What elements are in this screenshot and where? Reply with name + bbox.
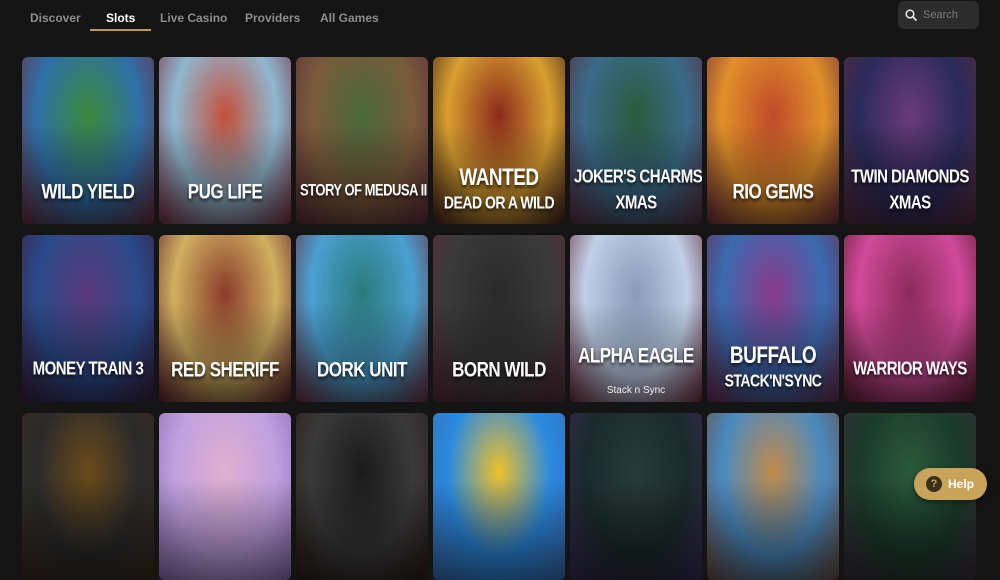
game-tile[interactable] xyxy=(433,413,565,580)
title-shade xyxy=(296,479,428,580)
top-nav: Discover Slots Live Casino Providers All… xyxy=(0,0,1000,40)
game-title: PUG LIFE xyxy=(187,179,263,204)
game-tile[interactable] xyxy=(22,413,154,580)
game-tile[interactable]: BUFFALO STACK'N'SYNC xyxy=(707,235,839,402)
title-shade xyxy=(159,123,291,224)
game-subtitle: XMAS xyxy=(615,192,657,214)
title-shade xyxy=(707,479,839,580)
help-label: Help xyxy=(948,477,975,491)
title-shade xyxy=(433,301,565,402)
tab-providers[interactable]: Providers xyxy=(245,11,300,25)
tab-live-casino[interactable]: Live Casino xyxy=(160,11,227,25)
title-shade xyxy=(433,479,565,580)
game-tagline: Stack n Sync xyxy=(606,385,666,396)
game-title: WILD YIELD xyxy=(41,179,135,204)
game-title: STORY OF MEDUSA II xyxy=(300,180,427,200)
tab-discover[interactable]: Discover xyxy=(30,11,81,25)
game-tile[interactable]: BORN WILD xyxy=(433,235,565,402)
game-tile[interactable]: ALPHA EAGLE Stack n Sync xyxy=(570,235,702,402)
game-subtitle: DEAD OR A WILD xyxy=(443,192,555,213)
tab-slots[interactable]: Slots xyxy=(106,11,135,25)
question-icon: ? xyxy=(926,476,942,492)
game-tile[interactable]: MONEY TRAIN 3 xyxy=(22,235,154,402)
title-shade xyxy=(570,479,702,580)
game-subtitle: XMAS xyxy=(889,192,931,214)
help-button[interactable]: ? Help xyxy=(914,468,987,500)
search-box[interactable] xyxy=(898,1,979,29)
game-title: DORK UNIT xyxy=(317,357,407,382)
game-tile[interactable] xyxy=(570,413,702,580)
game-title: WANTED xyxy=(459,165,539,192)
game-tile[interactable] xyxy=(159,413,291,580)
search-input[interactable] xyxy=(923,6,975,24)
game-tile[interactable]: TWIN DIAMONDS XMAS xyxy=(844,57,976,224)
game-tile[interactable]: RED SHERIFF xyxy=(159,235,291,402)
game-tile[interactable]: PUG LIFE xyxy=(159,57,291,224)
active-tab-indicator xyxy=(90,29,151,31)
title-shade xyxy=(707,123,839,224)
game-tile[interactable]: DORK UNIT xyxy=(296,235,428,402)
game-title: RED SHERIFF xyxy=(171,357,279,382)
title-shade xyxy=(159,301,291,402)
title-shade xyxy=(22,123,154,224)
game-tile[interactable]: RIO GEMS xyxy=(707,57,839,224)
title-shade xyxy=(296,123,428,224)
game-tile[interactable] xyxy=(296,413,428,580)
game-tile[interactable] xyxy=(707,413,839,580)
game-title: BORN WILD xyxy=(452,357,546,382)
title-shade xyxy=(22,301,154,402)
game-tile[interactable]: WILD YIELD xyxy=(22,57,154,224)
title-shade xyxy=(22,479,154,580)
game-title: ALPHA EAGLE xyxy=(578,343,694,368)
game-tile[interactable]: JOKER'S CHARMS XMAS xyxy=(570,57,702,224)
game-subtitle: STACK'N'SYNC xyxy=(724,370,822,391)
title-shade xyxy=(844,301,976,402)
game-title: TWIN DIAMONDS xyxy=(851,166,969,188)
game-tile[interactable]: WARRIOR WAYS xyxy=(844,235,976,402)
game-title: RIO GEMS xyxy=(732,179,814,204)
game-title: JOKER'S CHARMS xyxy=(574,166,702,188)
title-shade xyxy=(159,479,291,580)
search-icon xyxy=(905,9,917,21)
game-title: MONEY TRAIN 3 xyxy=(32,358,144,380)
game-title: WARRIOR WAYS xyxy=(853,358,967,380)
game-tile[interactable]: STORY OF MEDUSA II xyxy=(296,57,428,224)
tab-all-games[interactable]: All Games xyxy=(320,11,379,25)
title-shade xyxy=(296,301,428,402)
game-title: BUFFALO xyxy=(729,343,817,370)
game-tile[interactable]: WANTED DEAD OR A WILD xyxy=(433,57,565,224)
